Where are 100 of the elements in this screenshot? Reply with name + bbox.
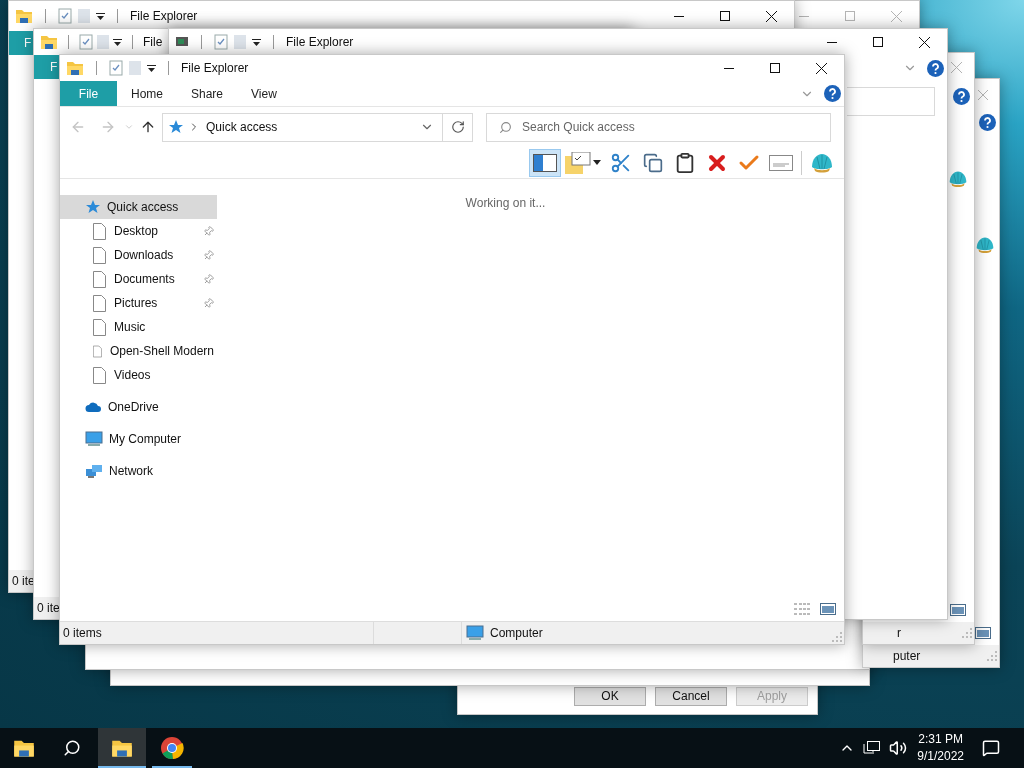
- ribbon-tab[interactable]: Home: [117, 81, 177, 106]
- window-title: File Explorer: [286, 34, 354, 51]
- nav-item[interactable]: Music: [60, 315, 217, 339]
- scissors-icon: [610, 151, 632, 174]
- minimize-icon: [674, 15, 684, 17]
- dialog-button[interactable]: OK: [574, 687, 646, 706]
- star-icon: [168, 119, 184, 135]
- search-field[interactable]: Search Quick access: [486, 112, 831, 142]
- nav-item[interactable]: Desktop: [60, 219, 217, 243]
- ribbon-tab[interactable]: Share: [177, 81, 238, 106]
- resize-grip-icon: [832, 632, 842, 642]
- shell-icon[interactable]: [948, 169, 968, 189]
- window-title: File Explorer: [181, 60, 249, 77]
- up-arrow-icon[interactable]: [140, 119, 156, 135]
- resize-grip-icon: [962, 628, 972, 638]
- star-icon: [85, 199, 101, 215]
- minimize-icon: [827, 41, 837, 43]
- running-indicator: [152, 766, 192, 768]
- computer-icon: [85, 430, 103, 448]
- status-text: puter: [893, 648, 921, 665]
- taskbar-button[interactable]: [98, 728, 146, 768]
- maximize-icon: [770, 63, 780, 73]
- document-icon: [93, 294, 106, 312]
- card-icon: [769, 154, 793, 171]
- document-icon: [93, 366, 106, 384]
- copy-icon: [643, 152, 663, 173]
- nav-item[interactable]: Documents: [60, 267, 217, 291]
- location-text: Computer: [490, 625, 543, 642]
- nav-item[interactable]: Downloads: [60, 243, 217, 267]
- document-icon: [93, 342, 102, 360]
- customize-caret-icon: [96, 12, 105, 20]
- folder-icon: [15, 7, 33, 25]
- nav-item[interactable]: Network: [60, 459, 217, 483]
- document-icon: [93, 246, 106, 264]
- close-icon: [765, 10, 777, 22]
- document-icon: [93, 222, 106, 240]
- item-count: 0 items: [62, 625, 103, 642]
- maximize-icon: [720, 11, 730, 21]
- minimize-icon: [724, 67, 734, 69]
- running-indicator: [98, 766, 146, 768]
- properties-icon: [214, 34, 228, 50]
- nav-item[interactable]: Pictures: [60, 291, 217, 315]
- status-text: r: [897, 625, 901, 642]
- help-icon[interactable]: [927, 59, 944, 77]
- notifications-icon[interactable]: [982, 739, 1000, 757]
- status-message: Working on it...: [465, 195, 546, 212]
- clock-date[interactable]: 9/1/2022: [917, 748, 964, 765]
- dialog-button[interactable]: Cancel: [655, 687, 727, 706]
- customize-caret-icon: [147, 64, 156, 72]
- help-icon[interactable]: [824, 85, 841, 102]
- properties-icon: [109, 60, 123, 76]
- maximize-icon: [845, 11, 855, 21]
- folder-icon: [40, 33, 58, 51]
- close-icon: [978, 90, 988, 100]
- search-icon: [63, 739, 81, 757]
- help-icon[interactable]: [979, 113, 996, 131]
- status-text: 0 ite: [37, 600, 60, 617]
- computer-icon: [466, 624, 484, 642]
- search-field[interactable]: [847, 87, 935, 116]
- volume-icon[interactable]: [889, 739, 908, 757]
- customize-caret-icon: [113, 38, 122, 46]
- chrome-icon: [160, 736, 184, 760]
- ribbon-tab[interactable]: View: [237, 81, 291, 106]
- clock-time[interactable]: 2:31 PM: [918, 731, 963, 748]
- network-icon[interactable]: [863, 740, 882, 756]
- close-icon: [815, 62, 827, 74]
- document-icon: [93, 318, 106, 336]
- search-input[interactable]: Search Quick access: [522, 118, 830, 136]
- properties-icon: [58, 8, 72, 24]
- resize-grip-icon: [987, 651, 997, 661]
- large-icons-view-icon[interactable]: [820, 603, 836, 615]
- close-icon: [918, 36, 930, 48]
- refresh-icon[interactable]: [450, 120, 465, 134]
- cloud-icon: [85, 401, 102, 413]
- caret-icon: [593, 160, 601, 165]
- large-icons-view-icon[interactable]: [950, 604, 966, 616]
- document-icon: [93, 270, 106, 288]
- monitor-icon: [175, 35, 189, 49]
- help-icon[interactable]: [953, 87, 970, 105]
- network-icon: [85, 463, 103, 479]
- nav-item[interactable]: Quick access: [60, 195, 217, 219]
- shell-icon[interactable]: [975, 235, 995, 255]
- properties-icon: [79, 34, 93, 50]
- search-icon: [499, 120, 512, 134]
- nav-item[interactable]: My Computer: [60, 427, 217, 451]
- folder-icon: [66, 59, 84, 77]
- nav-item[interactable]: Open-Shell Modern: [60, 339, 217, 363]
- toolbar-button[interactable]: [529, 148, 561, 177]
- large-icons-view-icon[interactable]: [975, 627, 991, 639]
- address-bar[interactable]: Quick access: [162, 112, 473, 142]
- address-text: Quick access: [206, 119, 278, 136]
- nav-item[interactable]: Videos: [60, 363, 217, 387]
- close-icon: [950, 61, 962, 73]
- minimize-icon: [799, 15, 809, 17]
- clipboard-icon: [674, 151, 696, 174]
- nav-item[interactable]: OneDrive: [60, 395, 217, 419]
- window-title: File Explorer: [130, 8, 198, 25]
- window-title: File: [143, 34, 163, 51]
- maximize-icon: [873, 37, 883, 47]
- customize-caret-icon: [252, 38, 261, 46]
